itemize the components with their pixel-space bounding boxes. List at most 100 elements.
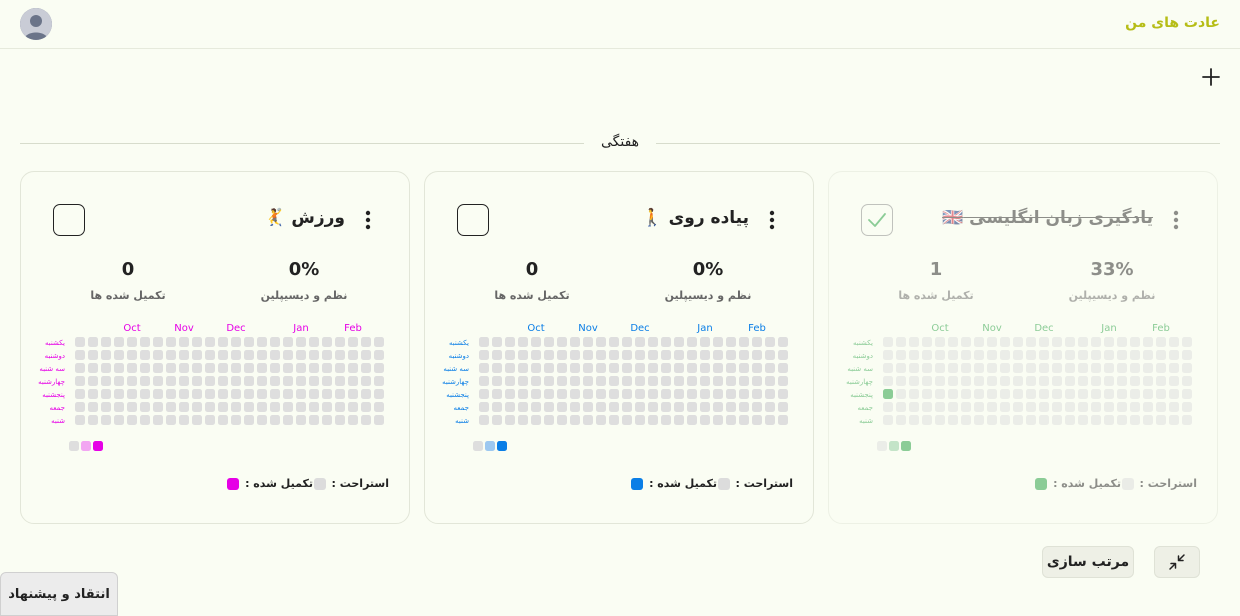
- heatmap-cell: [361, 415, 371, 425]
- scale-swatch: [81, 441, 91, 451]
- heatmap-cell: [609, 402, 619, 412]
- heatmap-cell: [1104, 363, 1114, 373]
- heatmap-cell: [88, 389, 98, 399]
- habit-checkbox-checked[interactable]: [861, 204, 893, 236]
- heatmap-cell: [1026, 389, 1036, 399]
- heatmap-cell: [935, 389, 945, 399]
- heatmap-cell: [713, 363, 723, 373]
- feedback-button[interactable]: انتقاد و پیشنهاد: [0, 572, 118, 616]
- heatmap-cell: [114, 415, 124, 425]
- habit-checkbox[interactable]: [53, 204, 85, 236]
- heatmap-cell: [531, 389, 541, 399]
- heatmap-cell: [883, 415, 893, 425]
- heatmap-cell: [726, 350, 736, 360]
- heatmap-cell: [1130, 389, 1140, 399]
- legend-rest-swatch: [1121, 477, 1134, 490]
- plus-icon[interactable]: [1200, 66, 1222, 88]
- weekday-label: جمعه: [453, 404, 469, 412]
- heatmap-cell: [974, 389, 984, 399]
- heatmap-cell: [244, 337, 254, 347]
- heatmap-cell: [687, 376, 697, 386]
- heatmap-cell: [153, 389, 163, 399]
- heatmap-cell: [492, 337, 502, 347]
- heatmap-cell: [635, 350, 645, 360]
- heatmap-cell: [1130, 350, 1140, 360]
- heatmap-cell: [583, 402, 593, 412]
- heatmap-cell: [114, 389, 124, 399]
- heatmap-cell: [1104, 402, 1114, 412]
- heatmap-cell: [205, 389, 215, 399]
- heatmap-cell: [1052, 363, 1062, 373]
- more-vertical-icon[interactable]: [769, 210, 775, 230]
- heatmap-cell: [622, 363, 632, 373]
- heatmap-cell: [674, 350, 684, 360]
- heatmap-cell: [557, 389, 567, 399]
- legend-rest-label: استراحت :: [1139, 477, 1198, 490]
- heatmap-cell: [231, 363, 241, 373]
- heatmap-cell: [114, 363, 124, 373]
- heatmap-cell: [244, 402, 254, 412]
- heatmap-cell: [883, 350, 893, 360]
- heatmap-cell: [531, 376, 541, 386]
- scale-swatch: [901, 441, 911, 451]
- heatmap-cell: [622, 402, 632, 412]
- heatmap-cell: [101, 402, 111, 412]
- heatmap-cell: [1169, 363, 1179, 373]
- heatmap-cell: [596, 402, 606, 412]
- heatmap-cell: [883, 363, 893, 373]
- heatmap-cell: [583, 389, 593, 399]
- heatmap-cell: [961, 363, 971, 373]
- heatmap-cell: [75, 376, 85, 386]
- more-vertical-icon[interactable]: [1173, 210, 1179, 230]
- heatmap-cell: [1104, 376, 1114, 386]
- heatmap-cell: [896, 389, 906, 399]
- heatmap-cell: [570, 415, 580, 425]
- heatmap-cell: [192, 376, 202, 386]
- heatmap-cell: [101, 415, 111, 425]
- heatmap-cell: [374, 363, 384, 373]
- heatmap-cell: [192, 415, 202, 425]
- heatmap-cell: [244, 376, 254, 386]
- more-vertical-icon[interactable]: [365, 210, 371, 230]
- heatmap-cell: [205, 402, 215, 412]
- heatmap-cell: [987, 402, 997, 412]
- sort-button[interactable]: مرتب سازی: [1042, 546, 1134, 578]
- discipline-value: 0%: [288, 259, 320, 280]
- heatmap-cell: [1117, 402, 1127, 412]
- completed-count: 0: [121, 259, 135, 280]
- heatmap-cell: [1039, 402, 1049, 412]
- heatmap-cell: [166, 415, 176, 425]
- heatmap-cell: [726, 363, 736, 373]
- collapse-button[interactable]: [1154, 546, 1200, 578]
- heatmap-cell: [101, 376, 111, 386]
- weekday-label: پنجشنبه: [850, 391, 873, 399]
- month-label: Feb: [344, 323, 362, 334]
- heatmap-cell: [492, 415, 502, 425]
- heatmap-cell: [114, 376, 124, 386]
- heatmap-cell: [505, 376, 515, 386]
- heatmap-cell: [948, 376, 958, 386]
- weekday-label: جمعه: [49, 404, 65, 412]
- heatmap-cell: [778, 363, 788, 373]
- month-label: Oct: [527, 323, 544, 334]
- heatmap-cell: [1169, 415, 1179, 425]
- heatmap-cell: [88, 376, 98, 386]
- heatmap-cell: [140, 402, 150, 412]
- heatmap-cell: [140, 389, 150, 399]
- heatmap-cell: [1039, 363, 1049, 373]
- heatmap-cell: [661, 350, 671, 360]
- habit-checkbox[interactable]: [457, 204, 489, 236]
- heatmap-cell: [518, 363, 528, 373]
- heatmap-cell: [909, 337, 919, 347]
- heatmap-cell: [218, 402, 228, 412]
- heatmap-cell: [883, 337, 893, 347]
- heatmap-cell: [544, 376, 554, 386]
- heatmap-cell: [687, 402, 697, 412]
- heatmap-cell: [1013, 389, 1023, 399]
- heatmap-cell: [75, 402, 85, 412]
- heatmap-cell: [1078, 337, 1088, 347]
- heatmap-cell: [661, 363, 671, 373]
- heatmap-cell: [570, 389, 580, 399]
- user-avatar[interactable]: [20, 8, 52, 40]
- heatmap-cell: [648, 376, 658, 386]
